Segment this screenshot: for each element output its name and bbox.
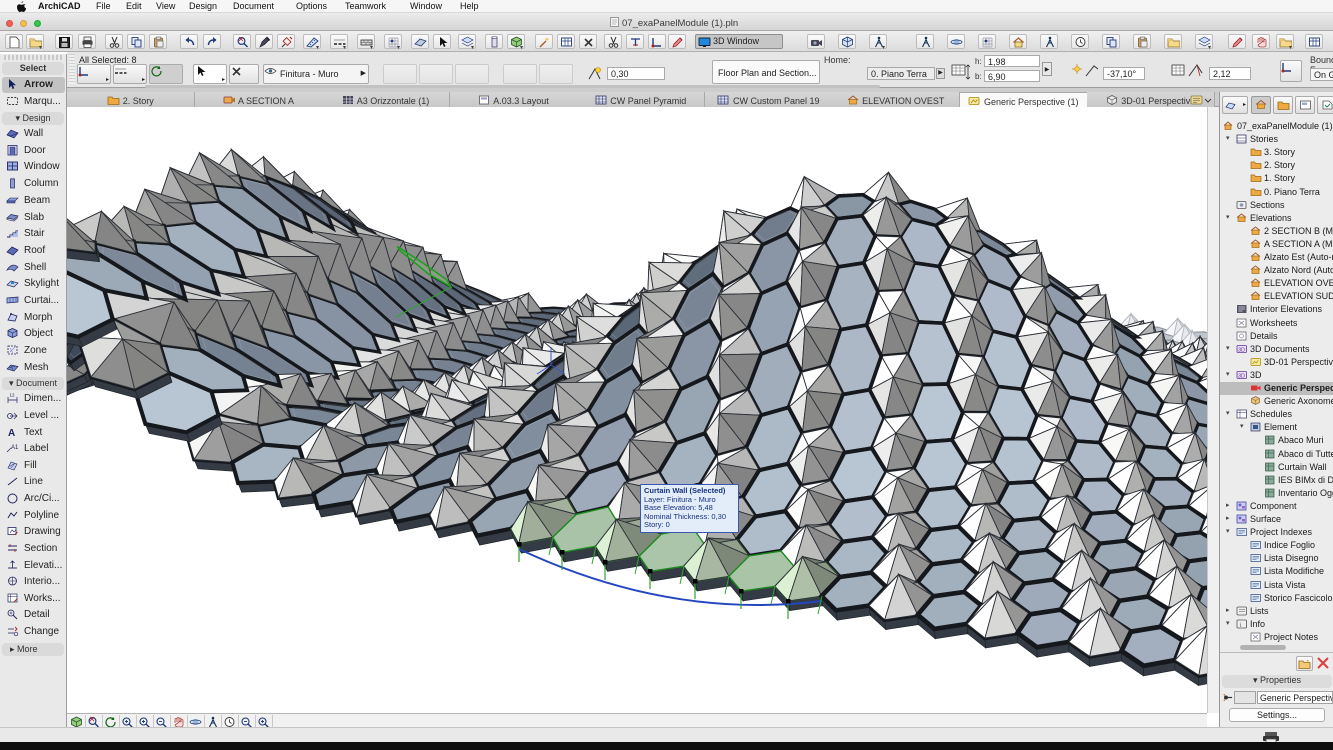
svg-text:12: 12 <box>10 393 16 398</box>
svg-text:3D: 3D <box>1238 347 1245 353</box>
svg-text:A1: A1 <box>11 445 19 451</box>
svg-text:A: A <box>8 428 15 438</box>
svg-text:i: i <box>1240 622 1241 629</box>
svg-text:3D: 3D <box>1238 373 1245 379</box>
